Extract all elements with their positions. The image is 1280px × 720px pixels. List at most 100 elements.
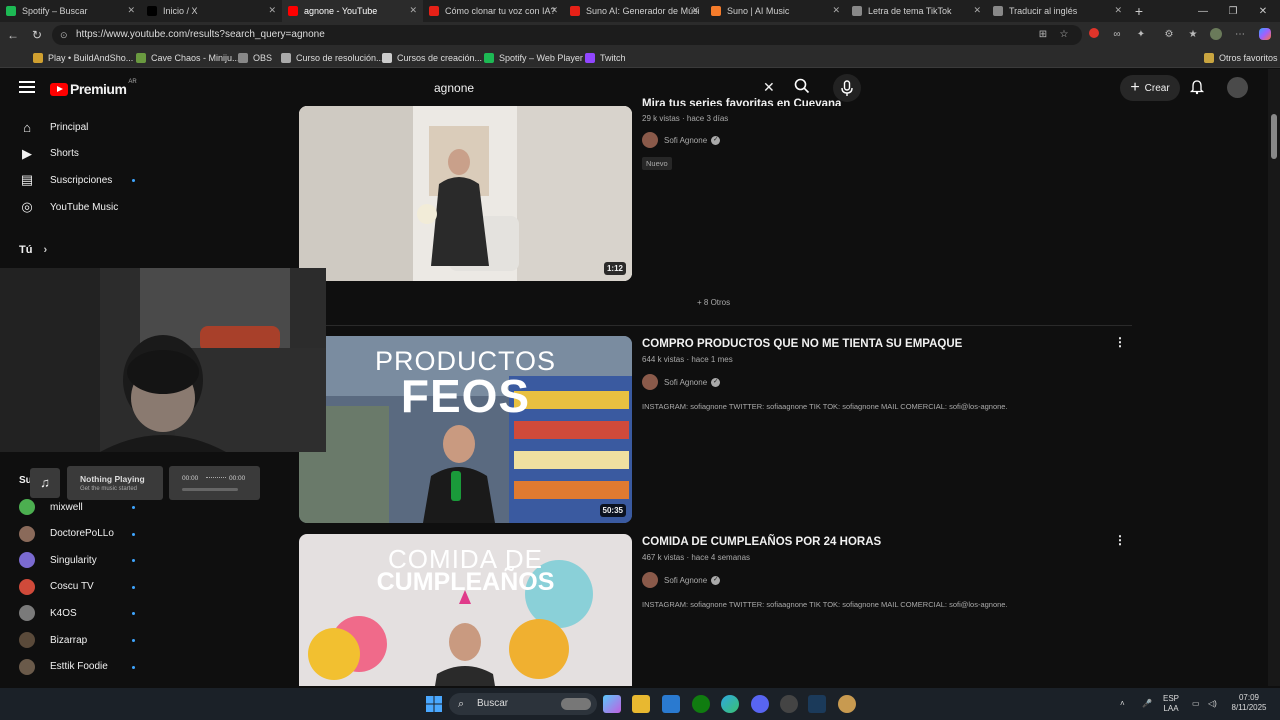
subscription-item[interactable]: Singularity [0,547,280,573]
tab-label: agnone - YouTube [304,6,378,16]
page-scrollbar[interactable] [1268,69,1280,686]
game-app-icon[interactable] [838,695,856,713]
bookmark-item[interactable]: Curso de resolución... [281,51,384,65]
close-window-button[interactable]: ✕ [1248,0,1278,22]
scrollbar-thumb[interactable] [1271,114,1277,159]
other-bookmarks[interactable]: Otros favoritos [1204,51,1278,65]
close-tab-icon[interactable]: ✕ [550,5,558,16]
extension-red-icon[interactable] [1087,28,1101,42]
xbox-icon[interactable] [692,695,710,713]
bookmark-item[interactable]: Cursos de creación... [382,51,482,65]
install-icon[interactable]: ⊞ [1036,28,1050,42]
bookmark-item[interactable]: OBS [238,51,272,65]
video-3-thumbnail[interactable]: COMIDA DE CUMPLEAÑOS [299,534,632,686]
video-1-title[interactable]: Mira tus series favoritas en Cuevana [642,98,841,106]
browser-tab[interactable]: Suno AI: Generador de Músi ✕ [564,0,705,22]
create-button[interactable]: + Crear [1120,75,1180,101]
discord-icon[interactable] [751,695,769,713]
video-3-more-icon[interactable]: ⋮ [1114,533,1126,547]
subscription-item[interactable]: DoctorePoLLo [0,521,280,547]
video-2-thumbnail[interactable]: PRODUCTOS FEOS 50:35 [299,336,632,523]
close-tab-icon[interactable]: ✕ [1114,5,1122,16]
copilot-app-icon[interactable] [603,695,621,713]
performance-icon[interactable]: ⚙ [1162,28,1176,42]
close-tab-icon[interactable]: ✕ [409,5,417,16]
minimize-button[interactable]: — [1188,0,1218,22]
reload-icon[interactable]: ↻ [29,27,45,43]
youtube-play-icon [50,82,68,96]
sidebar-item-youtube-music[interactable]: ◎ YouTube Music [0,194,280,220]
close-tab-icon[interactable]: ✕ [268,5,276,16]
steam-icon[interactable] [808,695,826,713]
progress-bar[interactable] [182,488,238,491]
back-icon[interactable]: ← [5,27,21,43]
maximize-button[interactable]: ❐ [1218,0,1248,22]
microphone-tray-icon[interactable]: 🎤 [1142,699,1152,709]
tab-favicon-icon [6,6,16,16]
video-3-title[interactable]: COMIDA DE CUMPLEAÑOS POR 24 HORAS [642,536,881,548]
subscription-item[interactable]: Bizarrap [0,627,280,653]
section-divider [299,325,1132,326]
file-explorer-icon[interactable] [632,695,650,713]
browser-tab[interactable]: Suno | AI Music ✕ [705,0,846,22]
menu-icon[interactable] [19,81,35,93]
favorite-star-icon[interactable]: ☆ [1057,28,1071,42]
browser-tab[interactable]: Inicio / X ✕ [141,0,282,22]
close-tab-icon[interactable]: ✕ [973,5,981,16]
bookmark-item[interactable]: Cave Chaos - Miniju... [136,51,240,65]
clear-search-icon[interactable]: ✕ [763,79,775,96]
video-2-channel[interactable]: Sofi Agnone ✓ [642,374,721,390]
favorites-icon[interactable]: ★ [1186,28,1200,42]
browser-tab[interactable]: Spotify – Buscar ✕ [0,0,141,22]
extensions-icon[interactable]: ✦ [1134,28,1148,42]
site-info-icon[interactable]: ⊙ [60,25,68,45]
copilot-icon[interactable] [1258,28,1272,42]
subscription-item[interactable]: Esttik Foodie [0,654,280,680]
clock[interactable]: 07:09 8/11/2025 [1228,693,1270,713]
edge-icon[interactable] [721,695,739,713]
close-tab-icon[interactable]: ✕ [691,5,699,16]
close-tab-icon[interactable]: ✕ [832,5,840,16]
subscription-item[interactable]: K4OS [0,600,280,626]
sidebar-item-principal[interactable]: ⌂ Principal [0,114,280,140]
bookmark-item[interactable]: Play • BuildAndSho... [33,51,133,65]
browser-tab[interactable]: Letra de tema TikTok ✕ [846,0,987,22]
video-1-channel[interactable]: Sofi Agnone ✓ [642,132,721,148]
youtube-logo[interactable]: Premium AR [50,79,137,97]
more-menu-icon[interactable]: ⋯ [1233,28,1247,42]
sidebar-item-shorts[interactable]: ▶ Shorts [0,141,280,167]
account-avatar[interactable] [1227,77,1248,98]
clock-time: 07:09 [1238,693,1260,702]
bookmark-item[interactable]: Twitch [585,51,626,65]
subscription-item[interactable]: Coscu TV [0,574,280,600]
video-3-channel[interactable]: Sofi Agnone ✓ [642,572,721,588]
close-tab-icon[interactable]: ✕ [127,5,135,16]
tray-chevron-icon[interactable]: ˄ [1120,699,1125,709]
new-content-dot [132,179,135,183]
video-1-thumbnail[interactable]: 1:12 [299,106,632,281]
taskbar-search[interactable]: ⌕ Buscar [449,693,597,715]
browser-tab[interactable]: agnone - YouTube ✕ [282,0,423,22]
bookmark-item[interactable]: Spotify – Web Player [484,51,583,65]
notifications-icon[interactable] [1189,79,1205,95]
volume-icon[interactable]: ◁) [1208,699,1217,709]
network-icon[interactable]: ▭ [1192,699,1200,709]
new-tab-button[interactable]: + [1128,0,1150,22]
start-icon[interactable] [425,695,443,713]
more-results-link[interactable]: + 8 Otros [697,298,730,307]
sidebar-item-suscripciones[interactable]: ▤ Suscripciones [0,167,280,193]
browser-tab[interactable]: Cómo clonar tu voz con IA? ✕ [423,0,564,22]
video-2-more-icon[interactable]: ⋮ [1114,335,1126,349]
you-section[interactable]: Tú › [19,244,47,256]
profile-icon[interactable] [1209,28,1223,42]
browser-tab[interactable]: Traducir al inglés ✕ [987,0,1128,22]
language-indicator[interactable]: ESP LAA [1163,694,1179,714]
bookmark-label: OBS [253,53,273,63]
address-bar[interactable]: ⊙ https://www.youtube.com/results?search… [52,25,1082,45]
video-2-title[interactable]: COMPRO PRODUCTOS QUE NO ME TIENTA SU EMP… [642,338,962,350]
store-icon[interactable] [662,695,680,713]
extension-glasses-icon[interactable]: ∞ [1110,28,1124,42]
obs-icon[interactable] [780,695,798,713]
search-icon[interactable] [794,78,810,94]
search-highlight-icon [561,698,591,710]
